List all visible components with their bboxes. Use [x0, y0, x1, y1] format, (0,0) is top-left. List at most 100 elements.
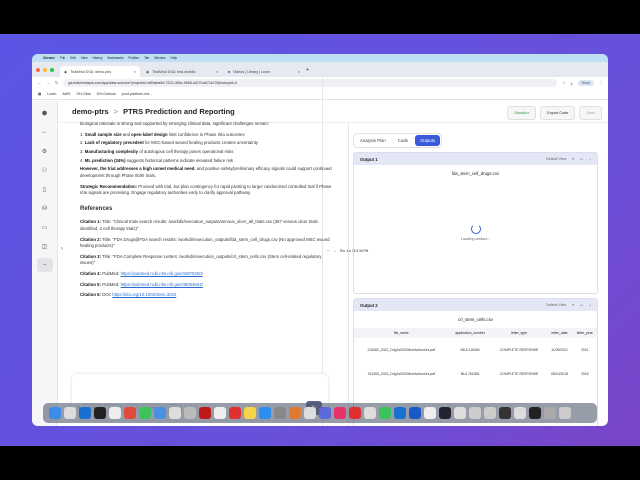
sandbox-button[interactable]: Sandbox [507, 106, 537, 120]
document-icon[interactable]: ▯ [37, 182, 53, 196]
dock-app-icon[interactable] [319, 407, 331, 419]
table-cell: 761083_2023_Orig1s000OtherActionLtrs.pdf [367, 372, 436, 376]
close-tab-icon[interactable]: × [216, 70, 218, 74]
new-tab-button[interactable]: + [306, 67, 309, 73]
folder-icon[interactable]: ▭ [580, 303, 583, 307]
dock-app-icon[interactable] [124, 407, 136, 419]
download-icon[interactable]: ⤓ [589, 303, 591, 307]
save-button[interactable]: Save [579, 106, 602, 120]
bookmark-gh-outlook[interactable]: GH-Outlook [97, 92, 116, 96]
menu-app[interactable]: Chrome [43, 56, 55, 60]
dock-app-icon[interactable] [244, 407, 256, 419]
citation-link[interactable]: https://doi.org/10.1002/stem.3022 [112, 292, 176, 297]
tab-loom[interactable]: ■ Videos | Library | Loom × [224, 66, 304, 77]
dock-app-icon[interactable] [439, 407, 451, 419]
menu-window[interactable]: Window [154, 56, 165, 60]
tab-analysis-plan[interactable]: Analysis Plan [355, 135, 391, 146]
dock-app-icon[interactable] [409, 407, 421, 419]
column-header[interactable]: letter_year [572, 328, 597, 338]
column-header[interactable]: letter_date [546, 328, 573, 338]
dock-app-icon[interactable] [229, 407, 241, 419]
minimize-window-button[interactable] [43, 67, 47, 72]
column-header[interactable]: letter_type [491, 328, 547, 338]
view-select[interactable]: Default View [546, 157, 566, 161]
dock-app-icon[interactable] [544, 407, 556, 419]
dock-app-icon[interactable] [289, 407, 301, 419]
menu-tab[interactable]: Tab [144, 56, 149, 60]
collapse-icon[interactable]: – [36, 258, 53, 272]
table-cell: 05/10/2018 [551, 372, 568, 376]
close-tab-icon[interactable]: × [298, 70, 300, 74]
close-tab-icon[interactable]: × [134, 70, 136, 74]
zoom-window-button[interactable] [50, 67, 54, 72]
dock-app-icon[interactable] [199, 407, 211, 419]
back-arrow-icon[interactable]: ← [37, 125, 53, 139]
dock-app-icon[interactable] [499, 407, 511, 419]
dock-app-icon[interactable] [469, 407, 481, 419]
forward-icon[interactable]: → [46, 80, 50, 85]
dock-app-icon[interactable] [274, 407, 286, 419]
dock-app-icon[interactable] [139, 407, 151, 419]
dock-app-icon[interactable] [109, 407, 121, 419]
dock-app-icon[interactable] [349, 407, 361, 419]
dock-app-icon[interactable] [79, 407, 91, 419]
bookmark-gh-okta[interactable]: GH-Okta [76, 92, 90, 96]
bookmark-prod-platform[interactable]: prod-platform-md... [122, 92, 153, 96]
close-window-button[interactable] [36, 67, 40, 72]
logo-icon[interactable]: ⬢ [37, 106, 53, 120]
dock-app-icon[interactable] [379, 407, 391, 419]
dock-app-icon[interactable] [49, 407, 61, 419]
dock-app-icon[interactable] [184, 407, 196, 419]
tab-demo-ptrs[interactable]: ◉ TrialMind DSA: demo-ptrs × [60, 66, 140, 77]
dock-app-icon[interactable] [559, 407, 571, 419]
tab-outputs[interactable]: Outputs [415, 135, 441, 146]
dock-app-icon[interactable] [259, 407, 271, 419]
apps-icon[interactable]: ▦ [38, 92, 41, 96]
expand-chevron-icon[interactable]: › [61, 246, 63, 252]
citation-text: PubMed: [101, 271, 121, 277]
menu-file[interactable]: File [60, 56, 65, 60]
dock-app-icon[interactable] [394, 407, 406, 419]
download-icon[interactable]: ⤓ [589, 157, 591, 161]
folder-icon[interactable]: ▭ [37, 220, 53, 234]
settings-icon[interactable]: ⚙ [37, 144, 53, 158]
column-header[interactable]: file_name [354, 328, 449, 338]
dock-app-icon[interactable] [484, 407, 496, 419]
column-header[interactable]: application_number [448, 328, 492, 338]
dock-app-icon[interactable] [304, 407, 316, 419]
book-icon[interactable]: ◫ [37, 239, 53, 253]
dock-app-icon[interactable] [94, 407, 106, 419]
dock-app-icon[interactable] [154, 407, 166, 419]
dock-app-icon[interactable] [364, 407, 376, 419]
reload-icon[interactable]: ↻ [55, 80, 58, 85]
database-icon[interactable]: ⛁ [37, 201, 53, 215]
view-select[interactable]: Default View [546, 303, 566, 307]
tab-test-workflow[interactable]: ◉ TrialMind DSA: test-workflo × [142, 66, 222, 77]
dock-app-icon[interactable] [334, 407, 346, 419]
tab-code[interactable]: Code [393, 135, 413, 146]
bookmark-loom[interactable]: Loom [47, 92, 56, 96]
breadcrumb-project[interactable]: demo-ptrs [72, 107, 109, 116]
menu-profiles[interactable]: Profiles [128, 56, 139, 60]
dock-app-icon[interactable] [454, 407, 466, 419]
dock-app-icon[interactable] [214, 407, 226, 419]
dock-app-icon[interactable] [424, 407, 436, 419]
menu-history[interactable]: History [93, 56, 103, 60]
menu-view[interactable]: View [81, 56, 88, 60]
dock-app-icon[interactable] [64, 407, 76, 419]
citation-link[interactable]: https://pubmed.ncbi.nlm.nih.gov/34870260… [121, 271, 203, 276]
citation-link[interactable]: https://pubmed.ncbi.nlm.nih.gov/36064604… [121, 282, 203, 287]
chevron-down-icon: ▾ [572, 303, 574, 307]
bookmark-aws[interactable]: AWS [62, 92, 70, 96]
users-icon[interactable]: ⚇ [37, 163, 53, 177]
bold-text: open-label design [131, 131, 168, 137]
menu-help[interactable]: Help [171, 56, 178, 60]
dock-app-icon[interactable] [529, 407, 541, 419]
folder-icon[interactable]: ▭ [580, 157, 583, 161]
menu-edit[interactable]: Edit [70, 56, 76, 60]
export-code-button[interactable]: Export Code [540, 106, 576, 120]
back-icon[interactable]: ← [37, 80, 41, 85]
menu-bookmarks[interactable]: Bookmarks [107, 56, 123, 60]
dock-app-icon[interactable] [169, 407, 181, 419]
dock-app-icon[interactable] [514, 407, 526, 419]
